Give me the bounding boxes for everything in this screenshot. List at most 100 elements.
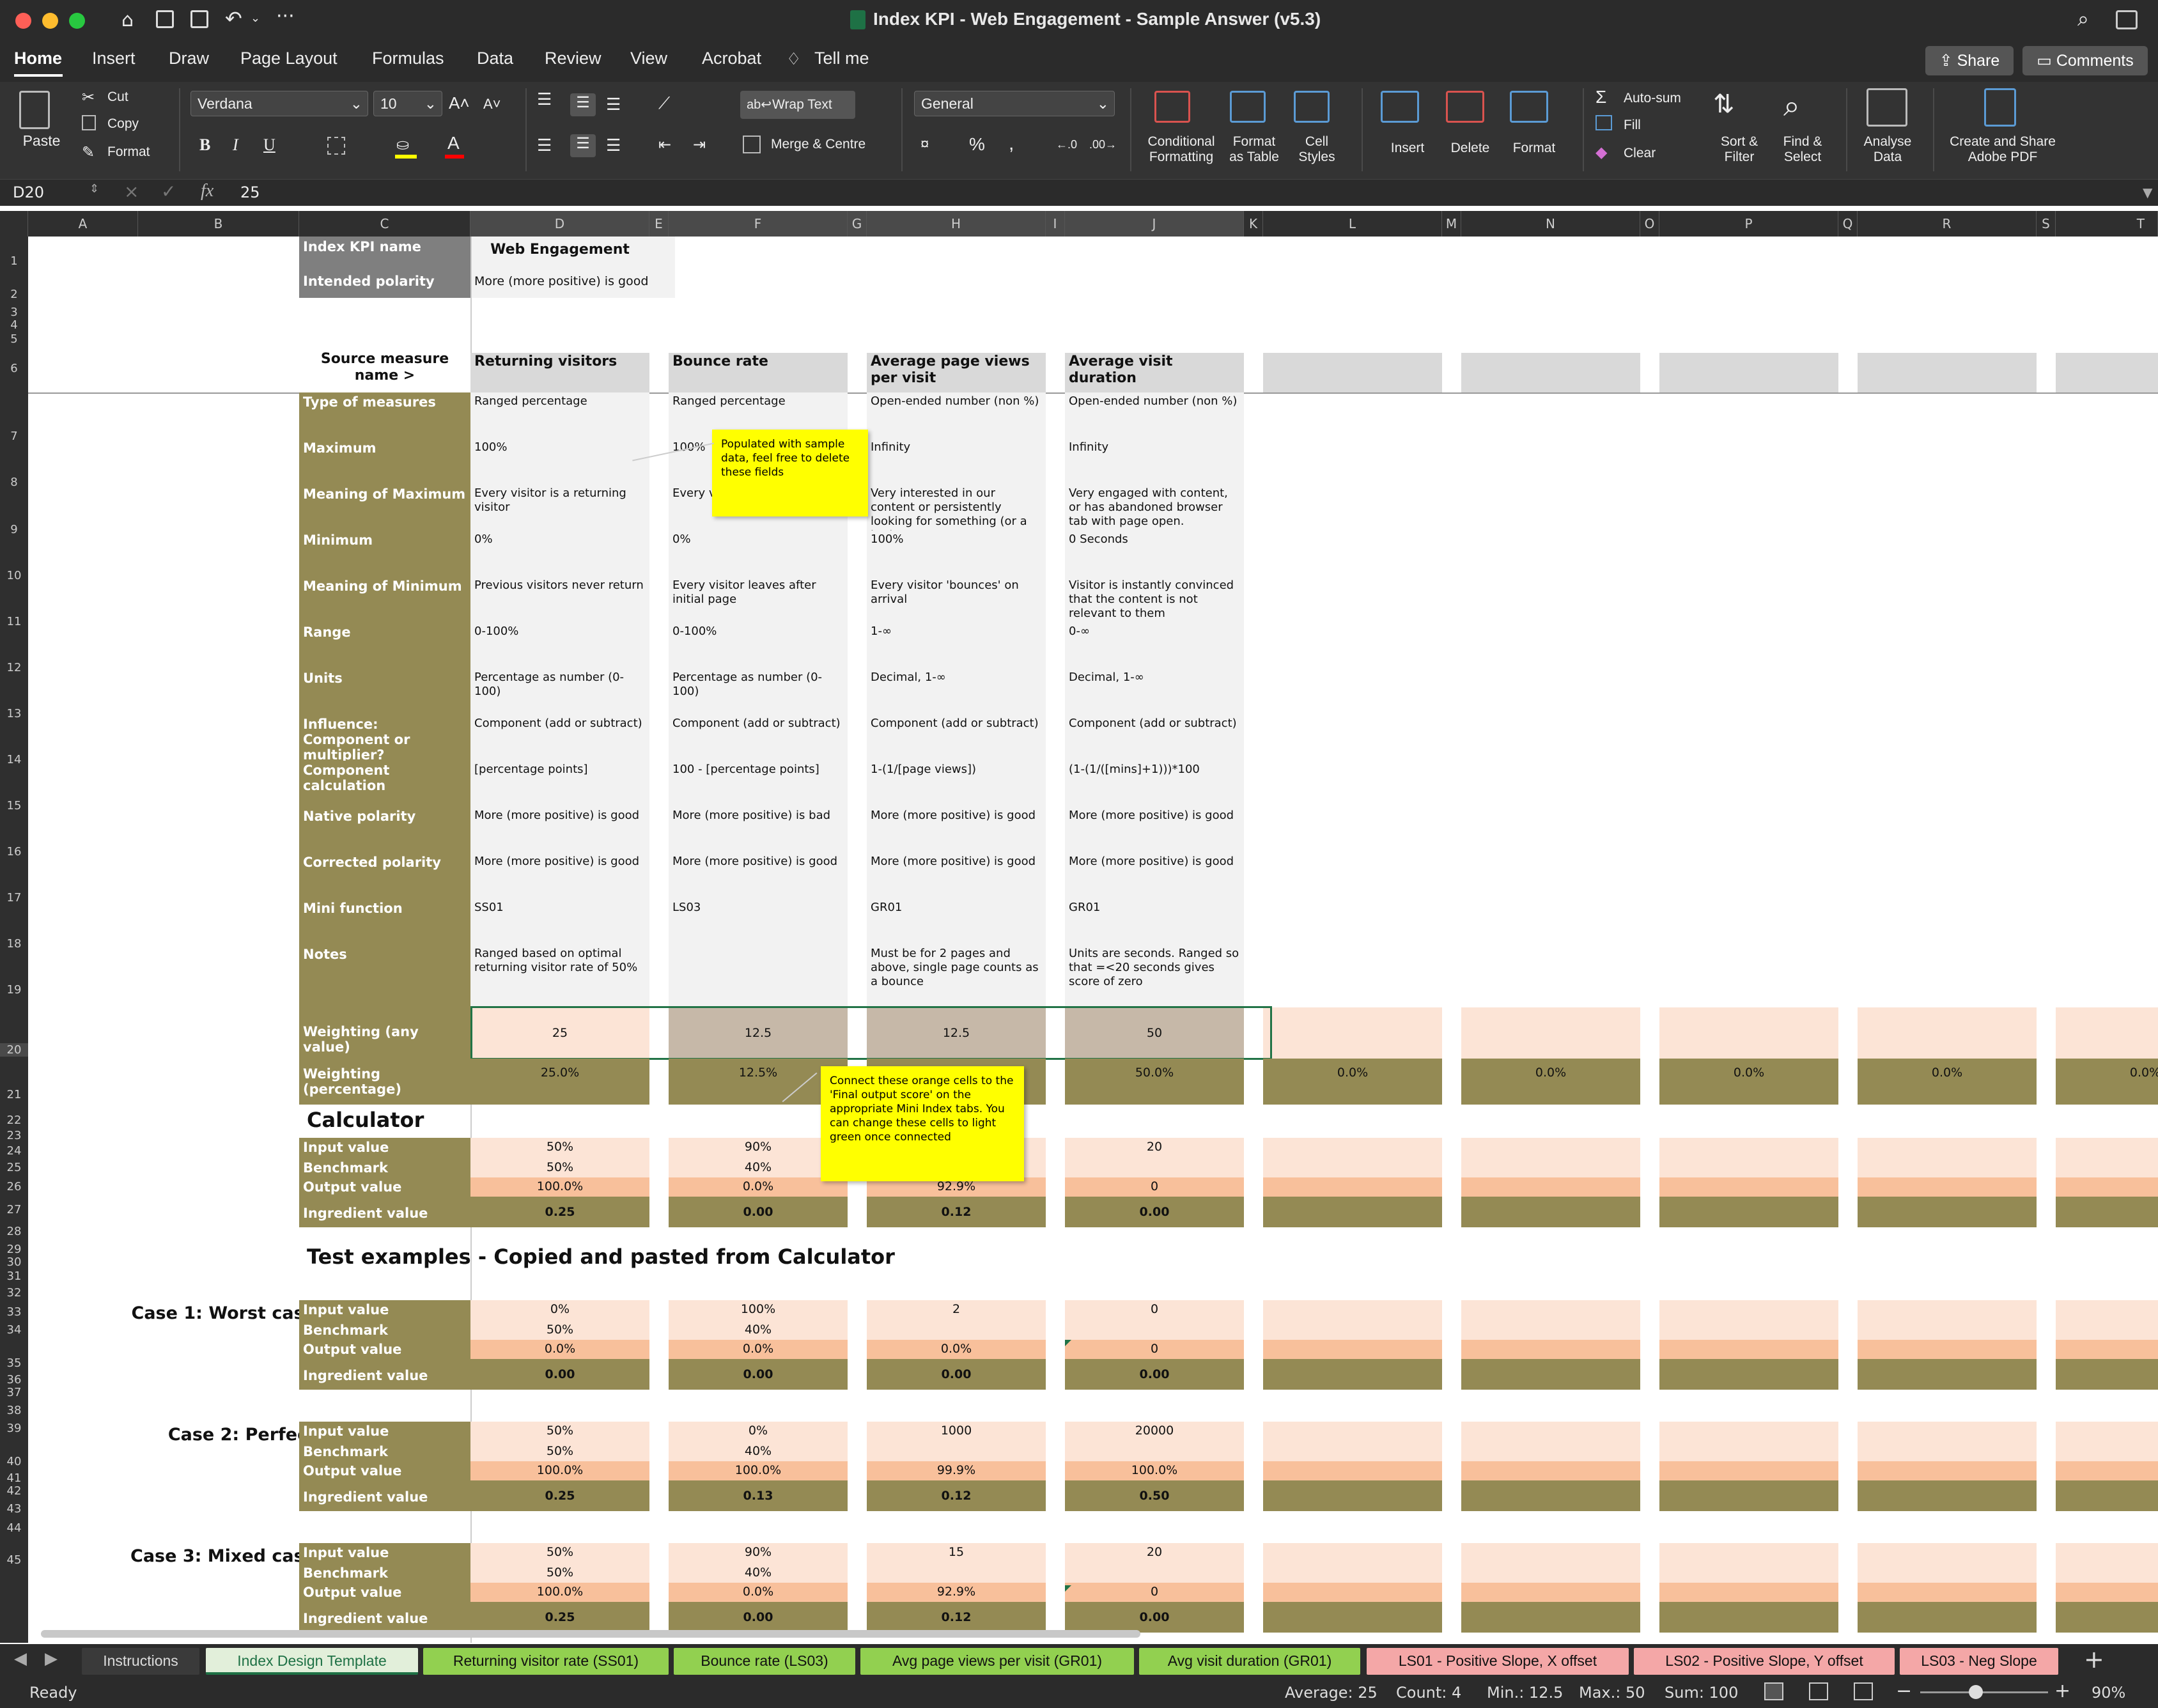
row-header[interactable]: 7 <box>0 430 28 443</box>
case-value[interactable]: 0.00 <box>1065 1365 1244 1383</box>
property-value[interactable]: 0-100% <box>470 623 649 669</box>
property-value[interactable]: 0 Seconds <box>1065 531 1244 577</box>
empty-cell[interactable] <box>1858 1197 2037 1227</box>
sample-data-note[interactable]: Populated with sample data, feel free to… <box>712 430 868 516</box>
save-as-icon[interactable] <box>190 10 208 28</box>
decrease-indent-icon[interactable]: ⇤ <box>658 136 671 154</box>
row-header[interactable]: 29 <box>0 1243 28 1256</box>
row-header[interactable]: 10 <box>0 569 28 582</box>
calculator-value[interactable] <box>1065 1158 1244 1176</box>
row-header[interactable]: 15 <box>0 799 28 812</box>
empty-cell[interactable] <box>1858 1300 2037 1321</box>
case-value[interactable]: 0% <box>470 1300 649 1318</box>
empty-cell[interactable] <box>1461 1177 1640 1197</box>
property-value[interactable]: (1-(1/([mins]+1)))*100 <box>1065 761 1244 807</box>
col-header-i[interactable]: I <box>1046 211 1065 237</box>
case-value[interactable]: 100.0% <box>470 1583 649 1601</box>
row-header[interactable]: 2 <box>0 288 28 301</box>
empty-cell[interactable] <box>1263 1138 1442 1158</box>
tab-view[interactable]: View <box>630 49 667 68</box>
align-top-icon[interactable]: ☰ <box>537 91 552 107</box>
case-value[interactable]: 50% <box>470 1564 649 1581</box>
page-break-view-icon[interactable] <box>1854 1682 1873 1700</box>
empty-cell[interactable] <box>1461 1321 1640 1340</box>
col-header-s[interactable]: S <box>2037 211 2056 237</box>
format-cells-button[interactable]: Format <box>1502 141 1566 156</box>
align-middle-icon[interactable]: ☰ <box>570 93 596 116</box>
empty-header-cell[interactable] <box>1858 353 2037 392</box>
empty-cell[interactable] <box>1461 1461 1640 1480</box>
empty-cell[interactable] <box>1659 1340 1838 1359</box>
case-value[interactable]: 90% <box>669 1543 848 1561</box>
empty-cell[interactable] <box>1858 1442 2037 1461</box>
empty-cell[interactable] <box>2056 1138 2158 1158</box>
property-value[interactable]: Component (add or subtract) <box>669 715 848 761</box>
row-header[interactable]: 4 <box>0 318 28 332</box>
format-painter-button[interactable]: Format <box>107 144 150 160</box>
case-value[interactable]: 0 <box>1065 1583 1244 1601</box>
case-value[interactable]: 0% <box>669 1422 848 1440</box>
empty-cell[interactable] <box>2056 1442 2158 1461</box>
tab-page-layout[interactable]: Page Layout <box>240 49 338 68</box>
empty-cell[interactable] <box>2056 1340 2158 1359</box>
case-value[interactable]: 0.25 <box>470 1608 649 1626</box>
empty-cell[interactable] <box>1858 1583 2037 1602</box>
calculator-value[interactable]: 0.25 <box>470 1203 649 1221</box>
sheet-tab[interactable]: LS03 - Neg Slope <box>1900 1648 2058 1675</box>
font-name-select[interactable]: Verdana ⌄ <box>190 91 368 116</box>
property-value[interactable]: More (more positive) is good <box>867 807 1046 853</box>
case-value[interactable]: 0.0% <box>867 1340 1046 1358</box>
col-header-l[interactable]: L <box>1263 211 1442 237</box>
property-value[interactable]: 100% <box>867 531 1046 577</box>
align-left-icon[interactable]: ☰ <box>537 136 552 155</box>
property-value[interactable] <box>669 945 848 991</box>
empty-cell[interactable] <box>1858 1543 2037 1564</box>
empty-cell[interactable] <box>1659 1321 1838 1340</box>
empty-weighting-cell[interactable] <box>1659 1007 1838 1059</box>
case-value[interactable] <box>867 1321 1046 1339</box>
page-layout-view-icon[interactable] <box>1809 1682 1828 1700</box>
enter-icon[interactable]: ✓ <box>161 181 176 202</box>
calculator-value[interactable]: 50% <box>470 1158 649 1176</box>
row-header[interactable]: 38 <box>0 1404 28 1417</box>
col-header-r[interactable]: R <box>1858 211 2037 237</box>
empty-cell[interactable] <box>1858 1480 2037 1511</box>
empty-cell[interactable] <box>2056 1583 2158 1602</box>
tab-insert[interactable]: Insert <box>92 49 136 68</box>
calculator-value[interactable]: 0 <box>1065 1177 1244 1195</box>
property-value[interactable]: Component (add or subtract) <box>867 715 1046 761</box>
property-value[interactable]: Every visitor is a returning visitor <box>470 485 649 531</box>
property-value[interactable]: Ranged percentage <box>470 392 649 439</box>
borders-icon[interactable] <box>327 137 345 155</box>
fill-color-icon[interactable]: ⛀ <box>396 136 409 154</box>
tab-data[interactable]: Data <box>477 49 513 68</box>
insert-cells-button[interactable]: Insert <box>1376 141 1440 156</box>
case-value[interactable]: 50% <box>470 1442 649 1460</box>
empty-cell[interactable] <box>1858 1340 2037 1359</box>
sheet-tab[interactable]: Index Design Template <box>206 1648 418 1675</box>
zoom-level[interactable]: 90% <box>2092 1684 2125 1702</box>
case-value[interactable]: 0.00 <box>1065 1608 1244 1626</box>
weighting-pct-extra[interactable]: 0.0% <box>1858 1064 2037 1083</box>
property-value[interactable]: Every visitor leaves after initial page <box>669 577 848 623</box>
calculator-value[interactable]: 50% <box>470 1138 649 1156</box>
bold-button[interactable]: B <box>199 136 210 155</box>
case-value[interactable]: 0.25 <box>470 1487 649 1505</box>
empty-cell[interactable] <box>1461 1442 1640 1461</box>
property-value[interactable]: Decimal, 1-∞ <box>867 669 1046 715</box>
row-header[interactable]: 26 <box>0 1180 28 1193</box>
col-header-g[interactable]: G <box>848 211 867 237</box>
property-value[interactable]: 100% <box>470 439 649 485</box>
empty-cell[interactable] <box>1461 1602 1640 1633</box>
case-value[interactable]: 0 <box>1065 1300 1244 1318</box>
measure-name[interactable]: Average visit duration <box>1065 352 1244 392</box>
case-value[interactable]: 99.9% <box>867 1461 1046 1479</box>
col-header-a[interactable]: A <box>28 211 138 237</box>
property-value[interactable]: Decimal, 1-∞ <box>1065 669 1244 715</box>
row-header[interactable]: 45 <box>0 1553 28 1567</box>
row-header[interactable]: 30 <box>0 1255 28 1269</box>
measure-name[interactable]: Average page views per visit <box>867 352 1046 392</box>
calculator-value[interactable]: 20 <box>1065 1138 1244 1156</box>
measure-name[interactable]: Bounce rate <box>669 352 848 392</box>
empty-cell[interactable] <box>1263 1300 1442 1321</box>
